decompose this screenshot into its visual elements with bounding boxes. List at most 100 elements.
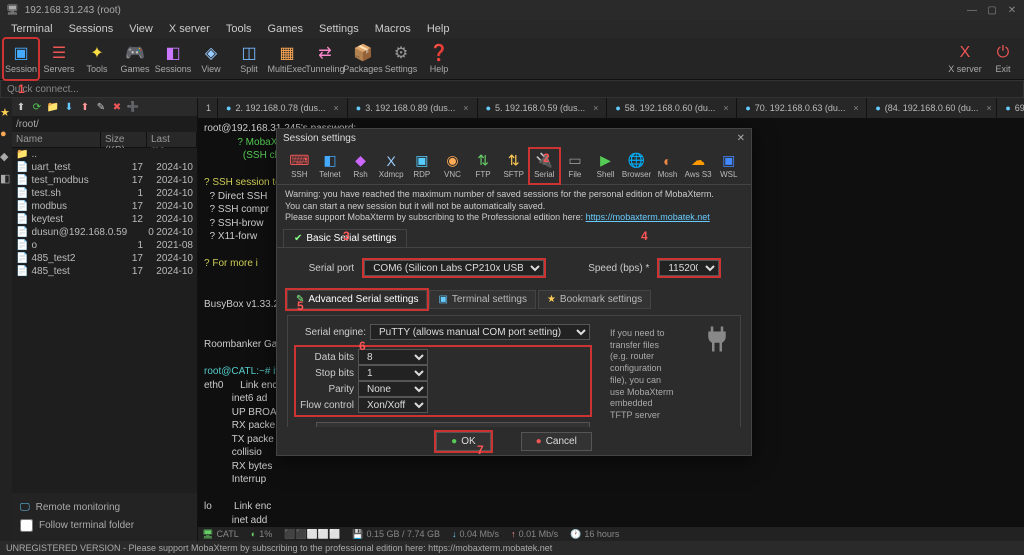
session-type-ssh[interactable]: ⌨SSH	[285, 149, 314, 183]
rail-macro-icon[interactable]: ◧	[0, 172, 12, 184]
session-type-browser[interactable]: 🌐Browser	[622, 149, 651, 183]
terminal-tab[interactable]: ●(84. 192.168.0.60 (du...×	[867, 98, 997, 118]
plug-icon	[702, 324, 732, 354]
menu-help[interactable]: Help	[420, 21, 457, 37]
folder-icon[interactable]: 📁	[46, 100, 60, 114]
follow-folder-toggle[interactable]: Follow terminal folder	[20, 516, 189, 535]
remote-monitoring-toggle[interactable]: 🖵Remote monitoring	[20, 499, 189, 516]
edit-icon[interactable]: ✎	[94, 100, 108, 114]
sessions-button[interactable]: ◧Sessions	[156, 39, 190, 79]
refresh-icon[interactable]: ⟳	[30, 100, 44, 114]
remote-status-bar: 🖥CATL ◐1% ⬛⬛⬜⬜⬜ 💾0.15 GB / 7.74 GB ↓0.04…	[198, 527, 1024, 541]
session-settings-dialog: Session settings ✕ ⌨SSH◧Telnet◆RshXXdmcp…	[276, 128, 752, 456]
servers-button[interactable]: ☰Servers	[42, 39, 76, 79]
session-type-wsl[interactable]: ▣WSL	[714, 149, 743, 183]
list-item[interactable]: 📄uart_test172024-10	[12, 161, 197, 174]
rail-globe-icon[interactable]: ●	[0, 128, 12, 140]
menu-macros[interactable]: Macros	[368, 21, 418, 37]
data-bits-select[interactable]: 8	[358, 349, 428, 365]
step-1-label: 1	[18, 82, 25, 96]
terminal-tab[interactable]: ●5. 192.168.0.59 (dus...×	[478, 98, 608, 118]
help-button[interactable]: ❓Help	[422, 39, 456, 79]
session-type-xdmcp[interactable]: XXdmcp	[377, 149, 406, 183]
warning-link[interactable]: https://mobaxterm.mobatek.net	[586, 212, 710, 222]
exit-button[interactable]: ⏻Exit	[986, 39, 1020, 79]
list-item[interactable]: 📄485_test172024-10	[12, 265, 197, 278]
list-item[interactable]: 📁..	[12, 148, 197, 161]
menu-games[interactable]: Games	[261, 21, 310, 37]
stop-bits-select[interactable]: 1	[358, 365, 428, 381]
packages-button[interactable]: 📦Packages	[346, 39, 380, 79]
session-type-rdp[interactable]: ▣RDP	[408, 149, 437, 183]
window-title: 192.168.31.243 (root)	[25, 5, 121, 16]
rail-tools-icon[interactable]: ◆	[0, 150, 12, 162]
sidebar-footer: 🖵Remote monitoring Follow terminal folde…	[12, 493, 197, 541]
upload-icon[interactable]: ⬆	[78, 100, 92, 114]
view-button[interactable]: ◈View	[194, 39, 228, 79]
quick-connect-input[interactable]: Quick connect...	[0, 80, 1024, 98]
menu-x server[interactable]: X server	[162, 21, 217, 37]
x-server-button[interactable]: XX server	[948, 39, 982, 79]
nav-up-icon[interactable]: ⬆	[14, 100, 28, 114]
terminal-tab[interactable]: ●58. 192.168.0.60 (du...×	[607, 98, 737, 118]
menu-settings[interactable]: Settings	[312, 21, 366, 37]
tools-button[interactable]: ✦Tools	[80, 39, 114, 79]
close-button[interactable]: ✕	[1006, 4, 1018, 16]
terminal-tab[interactable]: 1	[198, 98, 218, 118]
engine-select[interactable]: PuTTY (allows manual COM port setting)	[370, 324, 590, 340]
terminal-tab[interactable]: ●3. 192.168.0.89 (dus...×	[348, 98, 478, 118]
file-list-header: Name Size (KB) Last mo...	[12, 132, 197, 148]
menu-tools[interactable]: Tools	[219, 21, 259, 37]
unregistered-bar: UNREGISTERED VERSION - Please support Mo…	[0, 541, 1024, 555]
settings-button[interactable]: ⚙Settings	[384, 39, 418, 79]
list-item[interactable]: 📄485_test2172024-10	[12, 252, 197, 265]
flow-control-select[interactable]: Xon/Xoff	[358, 397, 428, 413]
file-list: 📁..📄uart_test172024-10📄test_modbus172024…	[12, 148, 197, 493]
serial-port-label: Serial port	[309, 263, 355, 274]
list-item[interactable]: 📄keytest122024-10	[12, 213, 197, 226]
terminal-settings-tab[interactable]: ▣Terminal settings	[429, 290, 535, 309]
multiexec-button[interactable]: ▦MultiExec	[270, 39, 304, 79]
speed-select[interactable]: 115200	[659, 260, 719, 276]
menu-sessions[interactable]: Sessions	[62, 21, 121, 37]
cancel-button[interactable]: ●Cancel	[521, 432, 592, 451]
list-item[interactable]: 📄o12021-08	[12, 239, 197, 252]
session-button[interactable]: ▣Session	[4, 39, 38, 79]
list-item[interactable]: 📄dusun@192.168.0.5902024-10	[12, 226, 197, 239]
advanced-serial-tab[interactable]: ✎Advanced Serial settings	[287, 290, 427, 309]
new-folder-icon[interactable]: ➕	[126, 100, 140, 114]
breadcrumb[interactable]: /root/	[12, 116, 197, 132]
session-type-sftp[interactable]: ⇅SFTP	[499, 149, 528, 183]
menu-view[interactable]: View	[122, 21, 160, 37]
list-item[interactable]: 📄modbus172024-10	[12, 200, 197, 213]
maximize-button[interactable]: ▢	[986, 4, 998, 16]
rail-star-icon[interactable]: ★	[0, 106, 12, 118]
menu-terminal[interactable]: Terminal	[4, 21, 60, 37]
minimize-button[interactable]: —	[966, 4, 978, 16]
terminal-tab[interactable]: ●70. 192.168.0.63 (du...×	[737, 98, 867, 118]
delete-icon[interactable]: ✖	[110, 100, 124, 114]
list-item[interactable]: 📄test_modbus172024-10	[12, 174, 197, 187]
tunneling-button[interactable]: ⇄Tunneling	[308, 39, 342, 79]
session-type-aws-s3[interactable]: ☁Aws S3	[684, 149, 713, 183]
step-2-label: 2	[543, 151, 550, 165]
games-button[interactable]: 🎮Games	[118, 39, 152, 79]
dialog-close-icon[interactable]: ✕	[737, 133, 745, 144]
split-button[interactable]: ◫Split	[232, 39, 266, 79]
session-type-rsh[interactable]: ◆Rsh	[346, 149, 375, 183]
session-type-telnet[interactable]: ◧Telnet	[316, 149, 345, 183]
session-type-shell[interactable]: ▶Shell	[591, 149, 620, 183]
terminal-tab[interactable]: ●69. 192.168.0.5 (catc...×	[997, 98, 1024, 118]
session-type-file[interactable]: ▭File	[561, 149, 590, 183]
session-type-mosh[interactable]: ◐Mosh	[653, 149, 682, 183]
serial-port-select[interactable]: COM6 (Silicon Labs CP210x USB to UART Br…	[364, 260, 544, 276]
bookmark-settings-tab[interactable]: ★Bookmark settings	[538, 290, 651, 309]
list-item[interactable]: 📄test.sh12024-10	[12, 187, 197, 200]
engine-label: Serial engine:	[296, 327, 366, 338]
download-icon[interactable]: ⬇	[62, 100, 76, 114]
session-type-vnc[interactable]: ◉VNC	[438, 149, 467, 183]
session-type-ftp[interactable]: ⇅FTP	[469, 149, 498, 183]
session-type-toolbar: ⌨SSH◧Telnet◆RshXXdmcp▣RDP◉VNC⇅FTP⇅SFTP🔌S…	[277, 147, 751, 185]
terminal-tab[interactable]: ●2. 192.168.0.78 (dus...×	[218, 98, 348, 118]
parity-select[interactable]: None	[358, 381, 428, 397]
